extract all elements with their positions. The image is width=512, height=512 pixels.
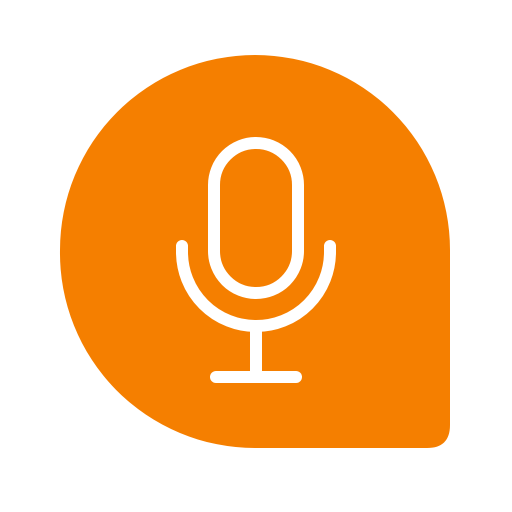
app-icon[interactable] [0, 0, 512, 512]
speech-bubble-shape [59, 55, 450, 448]
app-icon-stage [0, 0, 512, 512]
